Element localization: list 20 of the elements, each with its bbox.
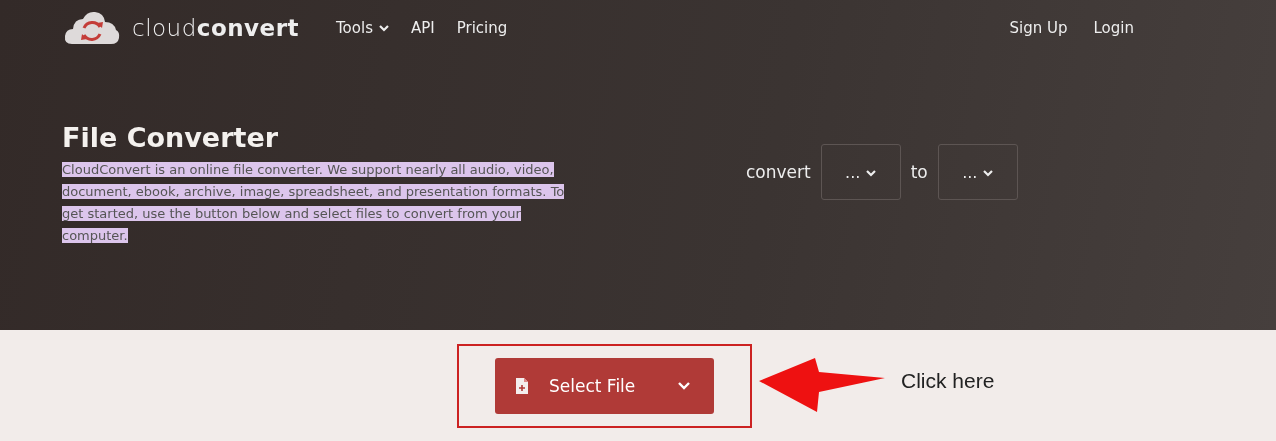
- format-dropdown[interactable]: ...: [937, 144, 1018, 200]
- chevron-down-icon: [866, 169, 877, 177]
- nav-link[interactable]: API: [410, 19, 435, 37]
- cloud-logo-icon[interactable]: [64, 10, 120, 46]
- chevron-down-icon: [678, 381, 690, 390]
- to-label: to: [910, 162, 928, 182]
- convert-label: convert: [746, 162, 811, 182]
- file-plus-icon: [515, 376, 529, 395]
- format-dropdown[interactable]: ...: [820, 144, 901, 200]
- nav-link[interactable]: Pricing: [456, 19, 508, 37]
- nav-link[interactable]: Sign Up: [1009, 19, 1068, 37]
- select-file-button[interactable]: Select File: [495, 357, 714, 414]
- nav-link[interactable]: Tools: [336, 19, 389, 37]
- description-text: CloudConvert is an online file converter. We support nearly all audio, video, document, ebook, archive, image, spreadsheet, and presentation formats. To get started, use the button below and select files to convert from your computer.: [62, 161, 566, 245]
- brand-name[interactable]: cloudconvert: [132, 15, 300, 41]
- chevron-down-icon: [983, 169, 994, 177]
- page-title: File Converter: [62, 122, 279, 153]
- chevron-down-icon: [378, 24, 389, 32]
- nav-link[interactable]: Login: [1093, 19, 1134, 37]
- annotation-text: Click here: [901, 368, 995, 393]
